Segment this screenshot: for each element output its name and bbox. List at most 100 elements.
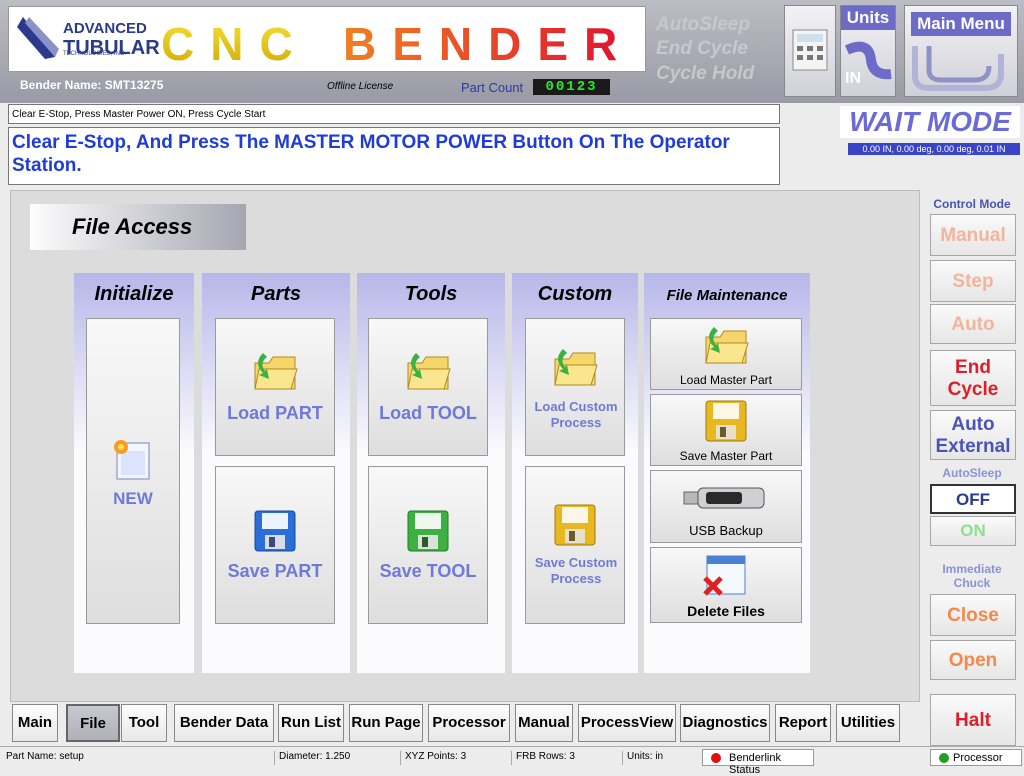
initialize-heading: Initialize (94, 283, 174, 305)
auto-mode-button[interactable]: Auto (930, 304, 1016, 344)
new-file-icon (114, 440, 150, 480)
units-button[interactable]: Units IN (840, 5, 896, 97)
tab-bender-data[interactable]: Bender Data (174, 704, 274, 742)
delete-file-icon (703, 555, 746, 596)
step-mode-button[interactable]: Step (930, 260, 1016, 302)
save-custom-process-label: Save Custom Process (534, 555, 618, 586)
tab-tool[interactable]: Tool (121, 704, 167, 742)
save-disk-green-icon (407, 510, 449, 552)
immediate-chuck-label: Immediate Chuck (942, 562, 1002, 590)
delete-files-button[interactable]: Delete Files (650, 547, 802, 623)
load-part-label: Load PART (227, 403, 323, 423)
autosleep-on-button[interactable]: ON (930, 516, 1016, 546)
mode-indicator: WAIT MODE (840, 106, 1020, 138)
halt-button[interactable]: Halt (930, 694, 1016, 746)
auto-external-button[interactable]: Auto External (930, 410, 1016, 460)
custom-heading: Custom (537, 283, 613, 305)
load-master-part-label: Load Master Part (679, 373, 773, 387)
tab-report[interactable]: Report (775, 704, 831, 742)
benderlink-status-led (711, 753, 721, 763)
status-xyz-points: XYZ Points: 3 (400, 751, 466, 765)
load-custom-process-label: Load Custom Process (534, 399, 618, 430)
processor-status: Processor (930, 749, 1022, 766)
status-bar: Part Name: setup Diameter: 1.250 XYZ Poi… (0, 746, 1024, 776)
load-master-part-button[interactable]: Load Master Part (650, 318, 802, 390)
logo-box: ADVANCED TUBULAR TECHNOLOGIES, INC. CNC … (8, 6, 646, 72)
part-count-display: 00123 (533, 79, 610, 95)
save-tool-label: Save TOOL (379, 561, 477, 581)
calculator-icon (792, 29, 828, 71)
autosleep-label: AutoSleep (942, 466, 1002, 480)
open-folder-icon (705, 327, 749, 364)
save-tool-button[interactable]: Save TOOL (368, 466, 488, 624)
status-end-cycle: End Cycle (656, 38, 748, 59)
load-tool-label: Load TOOL (379, 403, 477, 423)
save-custom-process-button[interactable]: Save Custom Process (525, 466, 625, 624)
status-cycle-hold: Cycle Hold (656, 63, 755, 84)
tools-heading: Tools (404, 283, 458, 305)
save-disk-blue-icon (254, 510, 296, 552)
manual-mode-button[interactable]: Manual (930, 214, 1016, 256)
file-maintenance-heading: File Maintenance (666, 287, 788, 304)
units-label: Units (841, 6, 895, 30)
bender-name: Bender Name: SMT13275 (20, 78, 164, 92)
license-text: Offline License (327, 81, 394, 92)
logo-text-advanced: ADVANCED (63, 20, 147, 37)
processor-status-led (939, 753, 949, 763)
tab-diagnostics[interactable]: Diagnostics (680, 704, 770, 742)
status-frb-rows: FRB Rows: 3 (511, 751, 575, 765)
tab-file[interactable]: File (66, 704, 120, 742)
file-access-title: File Access (30, 204, 246, 250)
status-message-long: Clear E-Stop, And Press The MASTER MOTOR… (8, 127, 780, 185)
end-cycle-button[interactable]: End Cycle (930, 350, 1016, 406)
save-disk-yellow-icon (554, 504, 596, 546)
units-value: IN (845, 70, 861, 87)
part-count-label: Part Count (461, 80, 524, 95)
status-units: Units: in (622, 751, 663, 765)
load-custom-process-button[interactable]: Load Custom Process (525, 318, 625, 456)
tab-run-page[interactable]: Run Page (349, 704, 423, 742)
load-tool-button[interactable]: Load TOOL (368, 318, 488, 456)
processor-status-label: Processor (953, 752, 1003, 764)
calculator-button[interactable] (784, 5, 836, 97)
bent-tube-icon (912, 46, 1004, 91)
open-folder-icon (254, 353, 298, 390)
benderlink-status: Benderlink Status (702, 749, 814, 776)
status-message-short: Clear E-Stop, Press Master Power ON, Pre… (8, 104, 780, 124)
control-mode-title: Control Mode (933, 197, 1011, 211)
main-menu-button[interactable]: Main Menu (904, 5, 1018, 97)
save-disk-yellow-icon (705, 400, 747, 442)
parts-heading: Parts (250, 283, 302, 305)
cnc-title: CNC (161, 18, 309, 70)
bender-title: BENDER (343, 18, 634, 70)
save-master-part-label: Save Master Part (679, 449, 773, 463)
tab-utilities[interactable]: Utilities (836, 704, 900, 742)
new-button[interactable]: NEW (86, 318, 180, 624)
main-menu-label: Main Menu (911, 12, 1011, 36)
usb-backup-button[interactable]: USB Backup (650, 470, 802, 543)
chuck-open-button[interactable]: Open (930, 640, 1016, 680)
chuck-close-button[interactable]: Close (930, 594, 1016, 636)
open-folder-icon (554, 349, 598, 386)
tab-processor[interactable]: Processor (428, 704, 510, 742)
delete-files-label: Delete Files (687, 603, 765, 619)
save-part-button[interactable]: Save PART (215, 466, 335, 624)
position-readout: 0.00 IN, 0.00 deg, 0.00 deg, 0.01 IN (848, 143, 1020, 155)
save-master-part-button[interactable]: Save Master Part (650, 394, 802, 466)
benderlink-status-label: Benderlink Status (729, 752, 781, 776)
load-part-button[interactable]: Load PART (215, 318, 335, 456)
usb-backup-label: USB Backup (689, 523, 763, 538)
save-part-label: Save PART (227, 561, 323, 581)
status-autosleep: AutoSleep (656, 14, 750, 35)
status-diameter: Diameter: 1.250 (274, 751, 350, 765)
autosleep-off-button[interactable]: OFF (930, 484, 1016, 514)
tab-manual[interactable]: Manual (515, 704, 573, 742)
logo-subtext: TECHNOLOGIES, INC. (63, 51, 127, 57)
tab-processview[interactable]: ProcessView (578, 704, 676, 742)
tab-run-list[interactable]: Run List (278, 704, 344, 742)
logo-icon (17, 17, 59, 59)
tab-main[interactable]: Main (12, 704, 58, 742)
open-folder-icon (407, 353, 451, 390)
new-label: NEW (113, 489, 153, 508)
status-part-name: Part Name: setup (6, 751, 84, 762)
